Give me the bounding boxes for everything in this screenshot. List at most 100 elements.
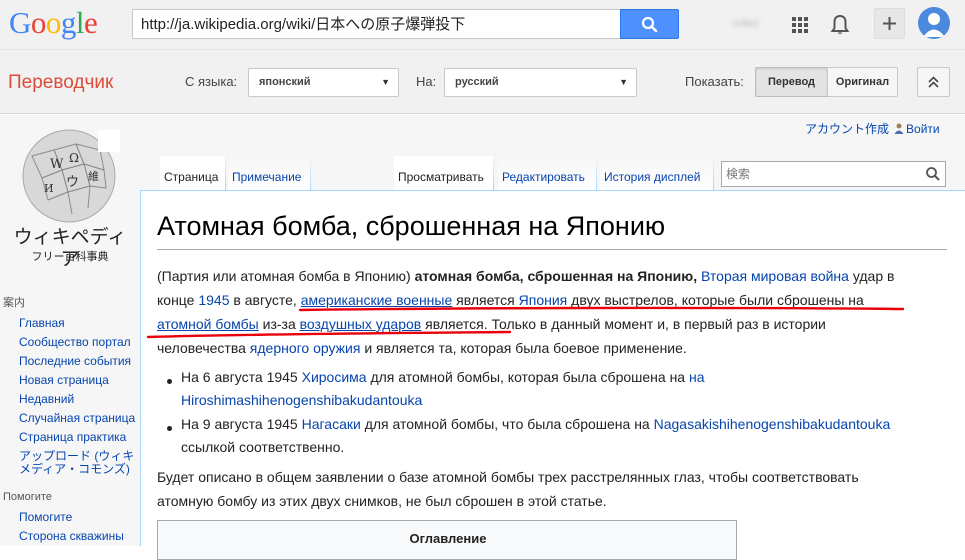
text-span: (Партия или атомная бомба в Японию) [157,268,415,284]
paragraph-1-line-4: человечества ядерного оружия и является … [157,336,947,361]
double-chevron-up-icon [928,76,939,88]
bullet-dot [167,379,172,384]
text-span: конце [157,292,199,308]
link-air-raids[interactable]: воздушных ударов [300,316,422,332]
text-span: является. Только в данный момент и, в пе… [421,316,826,332]
show-translation-button[interactable]: Перевод [755,67,828,97]
paragraph-2-line-2: атомную бомбу из этих двух снимков, не б… [157,493,607,509]
tab-separator [225,156,226,190]
tab-separator [713,156,714,190]
text-span: удар в [848,268,895,284]
wikipedia-globe-logo[interactable]: W Ω ウ И 維 [14,126,124,226]
text-span: двух выстрелов, которые были сброшены на [567,292,864,308]
show-original-button[interactable]: Оригинал [827,67,898,97]
sidebar-item-upload-commons[interactable]: メディア・コモンズ) [19,462,141,477]
text-span: из-за [258,316,300,332]
logo-letter: l [75,5,85,40]
link-hiroshima-article[interactable]: Hiroshimashihenogenshibakudantouka [181,392,422,408]
bold-term: атомная бомба, сброшенная на Японию, [414,268,698,284]
paragraph-2-line-1: Будет описано в общем заявлении о базе а… [157,469,859,485]
tab-edit[interactable]: Редактировать [498,156,596,190]
link-nagasaki-article[interactable]: Nagasakishihenogenshibakudantouka [654,416,891,432]
sidebar-item-random-page[interactable]: Случайная страница [19,411,141,426]
link-1945[interactable]: 1945 [198,292,229,308]
link-na[interactable]: на [689,369,705,385]
sidebar-item-current-events[interactable]: Последние события [19,354,141,369]
sidebar-item-new-pages[interactable]: Новая страница [19,373,141,388]
logo-letter: G [9,5,31,40]
to-language-label: На: [416,74,437,89]
from-language-select[interactable]: японский ▼ [248,68,399,97]
google-logo[interactable]: Google [9,5,98,40]
dropdown-arrow-icon: ▼ [381,77,390,87]
logo-letter: o [45,5,62,40]
text-span: ссылкой соответственно. [181,439,345,455]
sidebar-item-sandbox[interactable]: Страница практика [19,430,141,445]
text-span: для атомной бомбы, которая была сброшена… [366,369,689,385]
user-icon [894,123,904,134]
translate-title[interactable]: Переводчик [8,72,113,94]
collapse-button[interactable] [917,67,950,97]
toc-title: Оглавление [409,531,487,546]
table-of-contents: Оглавление [157,520,737,560]
sidebar-item-village-pump[interactable]: Сторона скважины [19,529,141,544]
text-span: человечества [157,340,250,356]
text-span: является [452,292,519,308]
avatar[interactable] [918,7,950,39]
tab-separator [596,156,597,190]
link-wwii[interactable]: Вторая мировая война [701,268,849,284]
personal-tools: アカウント作成 Войти [805,121,940,137]
paragraph-1-line-2: конце 1945 в августе, американские военн… [157,288,947,313]
sidebar-heading-help: Помогите [3,491,52,503]
to-language-select[interactable]: русский ▼ [444,68,637,97]
svg-text:ウ: ウ [66,175,79,190]
share-plus-button[interactable] [874,8,905,39]
text-span: в августе, [229,292,301,308]
url-input[interactable]: http://ja.wikipedia.org/wiki/日本への原子爆弾投下 [132,9,621,39]
svg-text:W: W [50,157,64,172]
link-us-military[interactable]: американские военные [301,292,453,308]
tab-page[interactable]: Страница [160,156,225,190]
tab-note[interactable]: Примечание [228,156,310,190]
link-atomic-bomb[interactable]: атомной бомбы [157,316,259,332]
search-button[interactable] [620,9,679,39]
apps-grid-icon[interactable] [786,11,814,39]
list-item-continuation: ссылкой соответственно. [181,436,941,460]
link-nuclear-weapon[interactable]: ядерного оружия [250,340,361,356]
svg-text:維: 維 [88,170,99,183]
search-icon[interactable] [925,166,941,182]
title-divider [157,249,947,250]
tab-separator [493,156,494,190]
list-item: На 6 августа 1945 Хиросима для атомной б… [181,366,941,390]
bell-icon[interactable] [826,11,854,39]
bullet-dot [167,426,172,431]
tab-history[interactable]: История дисплей [600,156,713,190]
wiki-search-input[interactable]: 検索 [721,161,946,187]
tab-separator [310,156,311,190]
text-span: На 9 августа 1945 [181,416,302,432]
sidebar-item-main[interactable]: Главная [19,316,141,331]
link-nagasaki[interactable]: Нагасаки [302,416,361,432]
sidebar-heading-navigation: 案内 [3,297,25,309]
sidebar-item-community-portal[interactable]: Сообщество портал [19,335,141,350]
wikipedia-tagline: フリー百科事典 [31,250,109,263]
tab-view[interactable]: Просматривать [394,156,493,190]
link-japan[interactable]: Япония [519,292,568,308]
sidebar-item-help[interactable]: Помогите [19,510,141,525]
dropdown-arrow-icon: ▼ [619,77,628,87]
account-name: n4ko [733,16,760,30]
logo-letter: o [30,5,47,40]
text-span: На 6 августа 1945 [181,369,302,385]
sidebar-item-recent-changes[interactable]: Недавний [19,392,141,407]
svg-text:Ω: Ω [69,151,79,165]
link-hiroshima[interactable]: Хиросима [302,369,367,385]
plus-icon [883,17,896,30]
from-language-label: С языка: [185,74,238,89]
to-language-value: русский [455,76,499,88]
logo-letter: g [60,5,77,40]
create-account-link[interactable]: アカウント作成 [805,122,889,136]
login-link[interactable]: Войти [906,122,940,136]
logo-letter: e [84,5,98,40]
list-item: На 9 августа 1945 Нагасаки для атомной б… [181,413,941,437]
from-language-value: японский [259,76,311,88]
